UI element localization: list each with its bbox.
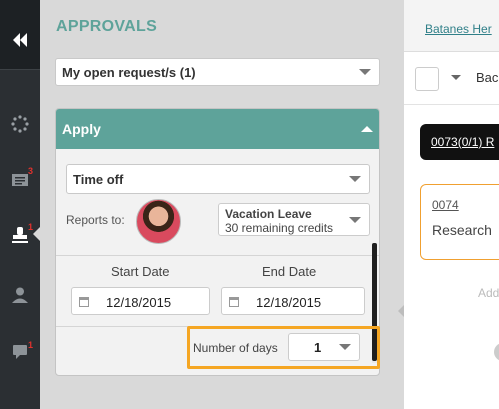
rail-item-people[interactable] (0, 275, 40, 315)
end-date-value: 12/18/2015 (256, 295, 322, 310)
employee-link[interactable]: Batanes Her (425, 22, 492, 36)
app-root: 3 1 1 APPROVALS My open request/s (1) Ap… (0, 0, 499, 409)
rail-item-tasks[interactable]: 3 (0, 160, 40, 200)
leave-type-name: Vacation Leave (225, 207, 312, 221)
request-number[interactable]: 0074 (432, 198, 459, 212)
chevron-up-icon (361, 126, 373, 132)
list-icon (12, 174, 28, 186)
active-indicator (33, 227, 40, 241)
chat-icon (13, 345, 27, 359)
messages-badge: 1 (28, 340, 34, 350)
start-date-input[interactable]: 12/18/2015 (71, 287, 210, 315)
request-type-value: Time off (73, 171, 124, 187)
start-date-label: Start Date (111, 264, 170, 279)
reports-to-label: Reports to: (66, 213, 125, 227)
chevron-down-icon (339, 344, 351, 350)
user-icon (12, 287, 28, 303)
num-days-value: 1 (314, 340, 322, 355)
divider (56, 255, 379, 256)
calendar-icon (79, 297, 89, 307)
num-days-label: Number of days (193, 341, 278, 355)
left-rail: 3 1 1 (0, 0, 40, 409)
request-pill[interactable]: 0073(0/1) R (420, 124, 499, 160)
divider (404, 104, 499, 105)
request-card[interactable]: 0074 Research (420, 184, 499, 260)
open-requests-dropdown[interactable]: My open request/s (1) (55, 58, 380, 86)
rail-item-dashboard[interactable] (0, 104, 40, 144)
page-title: APPROVALS (56, 18, 158, 35)
rail-item-messages[interactable]: 1 (0, 331, 40, 371)
avatar (136, 199, 181, 244)
leave-credits: 30 remaining credits (225, 221, 334, 235)
chevron-down-icon (349, 216, 361, 223)
end-date-label: End Date (262, 264, 317, 279)
request-type-select[interactable]: Time off (66, 164, 370, 194)
stamp-icon (12, 227, 28, 243)
num-days-select[interactable]: 1 (288, 333, 360, 361)
dots-circle-icon (11, 115, 29, 133)
select-all-checkbox[interactable] (415, 67, 439, 91)
requests-panel: Batanes Her Bac 0073(0/1) R 0074 Researc… (404, 0, 499, 409)
open-requests-label: My open request/s (1) (62, 64, 196, 80)
apply-title: Apply (62, 121, 101, 137)
start-date-value: 12/18/2015 (106, 295, 172, 310)
panel-gap (390, 0, 404, 409)
chevron-down-icon (359, 69, 371, 75)
add-circle-icon[interactable] (494, 343, 499, 361)
chevron-down-icon[interactable] (451, 75, 461, 80)
apply-header[interactable]: Apply (56, 109, 379, 149)
requests-header: Batanes Her (404, 0, 499, 52)
collapse-icon (13, 33, 27, 47)
back-button[interactable]: Bac (476, 70, 498, 85)
approvals-panel: APPROVALS My open request/s (1) Apply Ti… (40, 0, 390, 409)
add-link[interactable]: Add (478, 286, 499, 300)
chevron-down-icon (349, 176, 361, 182)
calendar-icon (229, 297, 239, 307)
leave-type-select[interactable]: Vacation Leave 30 remaining credits (218, 203, 370, 236)
end-date-input[interactable]: 12/18/2015 (221, 287, 365, 315)
request-description: Research (432, 222, 492, 238)
request-pill-label: 0073(0/1) R (431, 135, 495, 149)
collapse-button[interactable] (0, 20, 40, 60)
tasks-badge: 3 (28, 166, 34, 176)
